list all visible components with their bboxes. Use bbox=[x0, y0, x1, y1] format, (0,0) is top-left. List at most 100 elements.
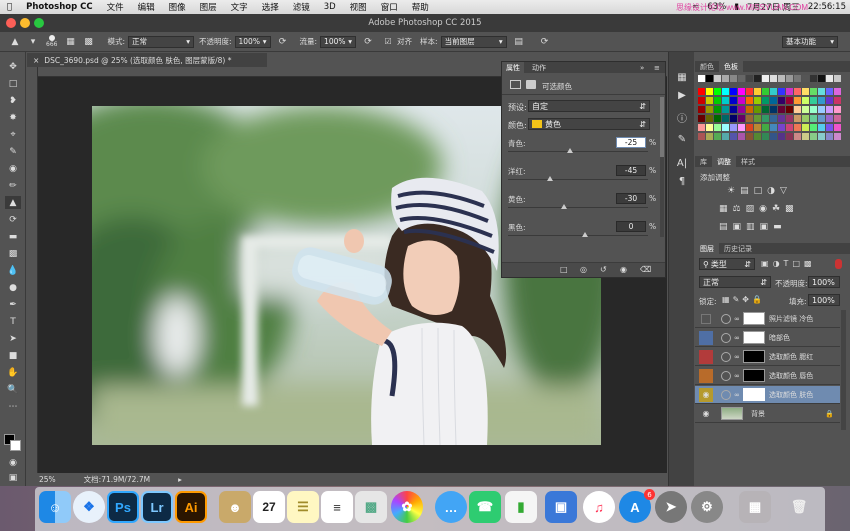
color-lookup-icon[interactable]: ▩ bbox=[785, 204, 799, 214]
color-swatch[interactable] bbox=[818, 106, 825, 113]
tab-swatches[interactable]: 色板 bbox=[719, 61, 743, 72]
menu-edit[interactable]: 编辑 bbox=[131, 1, 162, 13]
tab-color[interactable]: 颜色 bbox=[695, 61, 719, 72]
color-swatch[interactable] bbox=[762, 115, 769, 122]
color-swatch[interactable] bbox=[706, 124, 713, 131]
menu-view[interactable]: 视图 bbox=[343, 1, 374, 13]
eraser-tool-icon[interactable]: ▬ bbox=[5, 230, 21, 243]
color-swatch[interactable] bbox=[754, 106, 761, 113]
filter-toggle[interactable] bbox=[835, 259, 842, 269]
cyan-value-input[interactable]: -25 bbox=[616, 137, 646, 148]
launchpad-icon[interactable]: ➤ bbox=[655, 491, 687, 523]
color-balance-icon[interactable]: ⚖ bbox=[733, 204, 746, 214]
aligned-checkbox[interactable]: ☑ bbox=[381, 35, 395, 49]
color-swatch[interactable] bbox=[738, 106, 745, 113]
color-swatch[interactable] bbox=[730, 133, 737, 140]
color-swatch[interactable] bbox=[738, 115, 745, 122]
panel-scrollbar[interactable] bbox=[660, 97, 664, 237]
color-swatch[interactable] bbox=[698, 133, 705, 140]
color-swatch[interactable] bbox=[834, 106, 841, 113]
brush-panel-icon[interactable]: ▦ bbox=[63, 35, 77, 49]
color-swatch[interactable] bbox=[834, 115, 841, 122]
pen-tool-icon[interactable]: ✒ bbox=[5, 298, 21, 311]
color-swatch[interactable] bbox=[786, 88, 793, 95]
layer-opacity-input[interactable]: 100% bbox=[808, 276, 840, 288]
yellow-value-input[interactable]: -30 bbox=[616, 193, 646, 204]
adjustment-filter-icon[interactable]: ◑ bbox=[773, 259, 784, 268]
color-swatch[interactable] bbox=[730, 115, 737, 122]
close-window-button[interactable] bbox=[6, 18, 16, 28]
color-swatch[interactable] bbox=[786, 133, 793, 140]
calendar-icon[interactable]: 27 bbox=[253, 491, 285, 523]
fill-input[interactable]: 100% bbox=[808, 294, 840, 306]
color-swatch[interactable] bbox=[794, 124, 801, 131]
illustrator-icon[interactable]: Ai bbox=[175, 491, 207, 523]
tab-styles[interactable]: 样式 bbox=[736, 156, 760, 167]
scrollbar-thumb[interactable] bbox=[660, 97, 664, 157]
color-swatch[interactable] bbox=[770, 75, 777, 82]
color-swatch[interactable] bbox=[714, 133, 721, 140]
apple-menu-icon[interactable]:  bbox=[0, 2, 19, 12]
invert-icon[interactable]: ▤ bbox=[719, 222, 733, 232]
color-swatch[interactable] bbox=[762, 133, 769, 140]
clip-to-layer-icon[interactable]: □ bbox=[560, 265, 568, 274]
color-swatch[interactable] bbox=[746, 115, 753, 122]
layer-row[interactable]: ∞ 暗部色 bbox=[695, 329, 840, 347]
brush-tool-icon[interactable]: ✏ bbox=[5, 179, 21, 192]
notes-icon[interactable]: ☰ bbox=[287, 491, 319, 523]
view-previous-icon[interactable]: ◎ bbox=[580, 265, 587, 274]
menu-help[interactable]: 帮助 bbox=[405, 1, 436, 13]
colors-select[interactable]: 黄色 ⇵ bbox=[528, 118, 650, 130]
color-swatch[interactable] bbox=[818, 88, 825, 95]
preview-icon[interactable]: ▩ bbox=[355, 491, 387, 523]
type-tool-icon[interactable]: T bbox=[5, 315, 21, 328]
crop-tool-icon[interactable]: ⌖ bbox=[5, 128, 21, 141]
slider-track[interactable] bbox=[508, 151, 648, 152]
shape-filter-icon[interactable]: □ bbox=[792, 259, 804, 268]
slider-thumb[interactable] bbox=[561, 204, 567, 209]
color-swatch[interactable] bbox=[826, 97, 833, 104]
color-swatch[interactable] bbox=[786, 106, 793, 113]
color-swatch[interactable] bbox=[794, 75, 801, 82]
color-swatch[interactable] bbox=[786, 124, 793, 131]
curves-icon[interactable]: □ bbox=[754, 186, 768, 196]
play-action-icon[interactable]: ▶ bbox=[674, 88, 690, 102]
marquee-tool-icon[interactable]: □ bbox=[5, 77, 21, 90]
menubar-time[interactable]: 22:56:15 bbox=[804, 2, 850, 12]
blur-tool-icon[interactable]: 💧 bbox=[5, 264, 21, 277]
tab-adjustments[interactable]: 调整 bbox=[712, 156, 736, 167]
menu-window[interactable]: 窗口 bbox=[374, 1, 405, 13]
color-swatch[interactable] bbox=[794, 97, 801, 104]
color-swatch[interactable] bbox=[698, 106, 705, 113]
layer-row[interactable]: ∞ 照片滤镜 冷色 bbox=[695, 310, 840, 328]
minimize-window-button[interactable] bbox=[20, 18, 30, 28]
lock-transparent-icon[interactable]: ▦ bbox=[722, 295, 733, 304]
color-swatch[interactable] bbox=[714, 124, 721, 131]
color-swatch[interactable] bbox=[802, 124, 809, 131]
color-swatch[interactable] bbox=[754, 88, 761, 95]
color-swatch[interactable] bbox=[778, 75, 785, 82]
color-swatch[interactable] bbox=[810, 124, 817, 131]
photoshop-icon[interactable]: Ps bbox=[107, 491, 139, 523]
preset-select[interactable]: 自定 ⇵ bbox=[528, 100, 650, 112]
pixel-filter-icon[interactable]: ▣ bbox=[761, 259, 773, 268]
color-swatch[interactable] bbox=[802, 75, 809, 82]
menu-file[interactable]: 文件 bbox=[100, 1, 131, 13]
messages-icon[interactable]: … bbox=[435, 491, 467, 523]
zoom-level[interactable]: 25% bbox=[39, 475, 56, 484]
zoom-window-button[interactable] bbox=[34, 18, 44, 28]
itunes-icon[interactable]: ♫ bbox=[583, 491, 615, 523]
layer-kind-filter[interactable]: ⚲ 类型 ⇵ bbox=[699, 258, 755, 270]
color-swatch[interactable] bbox=[698, 124, 705, 131]
layer-row[interactable]: ∞ 选取颜色 腮红 bbox=[695, 348, 840, 366]
quick-select-tool-icon[interactable]: ✸ bbox=[5, 111, 21, 124]
menu-image[interactable]: 图像 bbox=[162, 1, 193, 13]
mode-select[interactable]: 正常 ▾ bbox=[127, 35, 194, 48]
document-tab[interactable]: × DSC_3690.psd @ 25% (选取颜色 肤色, 图层蒙版/8) * bbox=[27, 53, 267, 67]
clone-source-icon[interactable]: ▩ bbox=[81, 35, 95, 49]
color-swatch[interactable] bbox=[754, 133, 761, 140]
layer-visibility-toggle[interactable] bbox=[699, 330, 713, 345]
color-swatch[interactable] bbox=[786, 75, 793, 82]
color-swatch[interactable] bbox=[810, 133, 817, 140]
slider-track[interactable] bbox=[508, 235, 648, 236]
